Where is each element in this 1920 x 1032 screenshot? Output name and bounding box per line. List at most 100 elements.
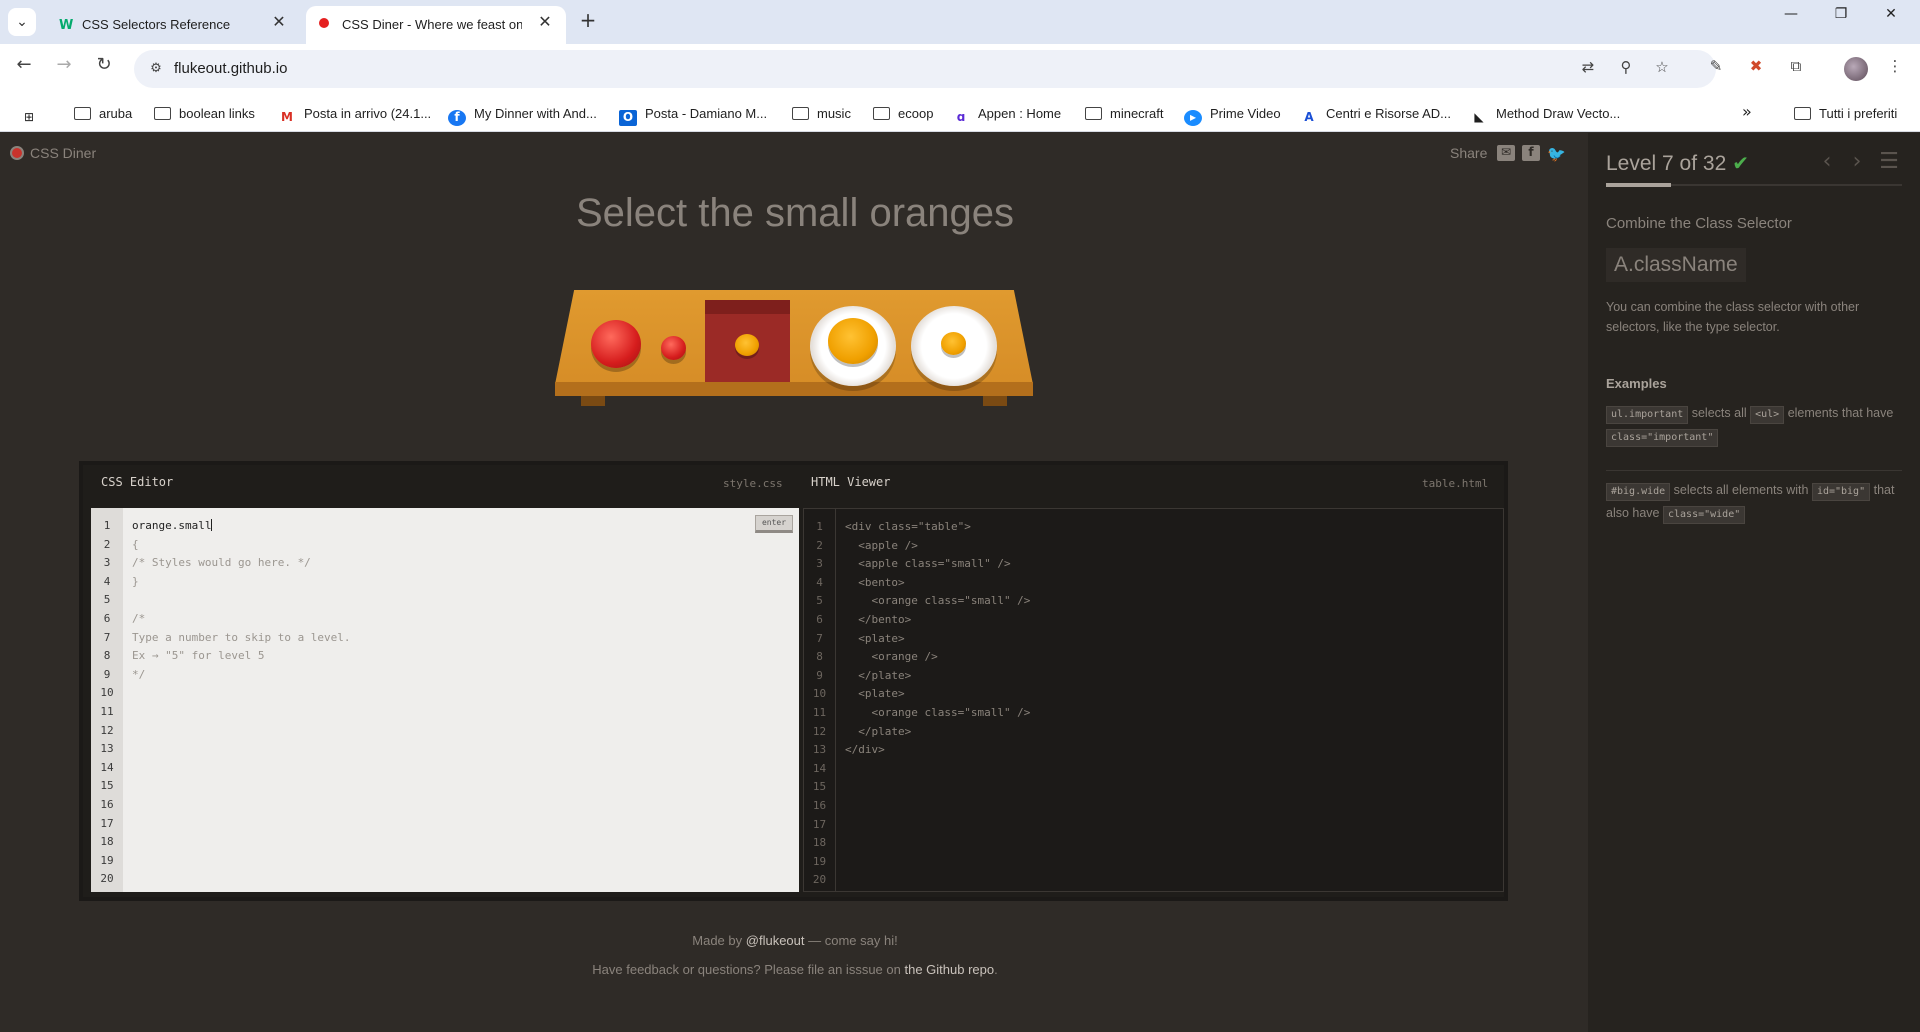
code-line: <orange class="small" /> (845, 594, 1031, 608)
browser-tab-strip: ⌄ W CSS Selectors Reference ✕ CSS Diner … (0, 0, 1920, 44)
apple-small[interactable] (661, 336, 686, 360)
level-progress-fill (1606, 183, 1671, 187)
folder-icon (154, 107, 171, 120)
footer-text: — come say hi! (808, 933, 898, 948)
bookmark-outlook[interactable]: O Posta - Damiano M... (619, 102, 767, 126)
address-bar[interactable]: ⚙ flukeout.github.io ⇄ ⚲ ☆ (134, 50, 1716, 88)
method-draw-icon: ◣ (1474, 110, 1484, 124)
all-bookmarks-folder[interactable]: Tutti i preferiti (1794, 102, 1897, 126)
w3schools-icon: W (58, 16, 74, 33)
code-line: } (132, 574, 139, 588)
close-tab-icon[interactable]: ✕ (534, 12, 556, 34)
code-line: <orange /> (845, 650, 938, 664)
css-diner-logo-icon (10, 146, 24, 160)
level-description: You can combine the class selector with … (1606, 300, 1860, 334)
bookmark-prime-video[interactable]: ▸ Prime Video (1184, 102, 1281, 126)
bookmark-facebook[interactable]: f My Dinner with And... (448, 102, 597, 126)
new-tab-plus-icon[interactable]: + (574, 8, 602, 36)
line-number: 5 (103, 593, 111, 607)
previous-level-icon[interactable]: ‹ (1816, 149, 1838, 174)
translate-icon[interactable]: ⇄ (1576, 58, 1600, 82)
line-number: 9 (103, 667, 111, 681)
enter-button[interactable]: enter (755, 515, 793, 533)
css-diner-icon (318, 16, 334, 32)
line-number: 10 (812, 687, 827, 701)
footer-text: Have feedback or questions? Please file … (592, 962, 901, 977)
orange-small[interactable] (735, 334, 759, 356)
apple[interactable] (591, 320, 641, 368)
email-icon[interactable]: ✉ (1497, 145, 1515, 161)
zoom-icon[interactable]: ⚲ (1614, 58, 1638, 82)
bookmark-aruba[interactable]: aruba (74, 102, 132, 126)
html-code: <div class="table"> <apple /> <apple cla… (845, 518, 1030, 760)
bookmark-label: My Dinner with And... (474, 106, 597, 121)
bookmark-minecraft[interactable]: minecraft (1085, 102, 1163, 126)
tab-css-diner[interactable]: CSS Diner - Where we feast on ✕ (306, 6, 566, 44)
outlook-icon: O (619, 110, 637, 126)
bookmark-gmail[interactable]: M Posta in arrivo (24.1... (278, 102, 431, 126)
forward-arrow-icon[interactable]: → (48, 54, 80, 86)
site-info-icon[interactable]: ⚙ (146, 59, 166, 79)
footer-feedback: Have feedback or questions? Please file … (0, 962, 1590, 977)
level-menu-icon[interactable]: ☰ (1878, 149, 1900, 174)
more-bookmarks-icon[interactable]: » (1742, 102, 1752, 126)
facebook-icon[interactable]: f (1522, 145, 1540, 161)
bookmark-label: minecraft (1110, 106, 1164, 121)
apps-grid-icon[interactable]: ⊞ (20, 102, 46, 126)
flukeout-link[interactable]: @flukeout (746, 933, 805, 948)
line-number: 4 (816, 575, 823, 589)
examples-heading: Examples (1606, 376, 1667, 391)
css-editor-pane[interactable]: 1 2 3 4 5 6 7 8 9 10 11 12 13 14 15 16 17 18 19 20 orange.s… (91, 508, 799, 892)
code-line: <orange class="small" /> (845, 705, 1031, 719)
bookmark-ecoop[interactable]: ecoop (873, 102, 933, 126)
bookmark-boolean-links[interactable]: boolean links (154, 102, 255, 126)
level-sidebar: Level 7 of 32 ✔ ‹ › ☰ Combine the Class S… (1588, 133, 1920, 1032)
brand-logo[interactable]: CSS Diner (10, 145, 96, 161)
orange-small[interactable] (941, 332, 966, 355)
bookmark-appen[interactable]: ɑ Appen : Home (952, 102, 1061, 126)
close-tab-icon[interactable]: ✕ (268, 12, 290, 34)
close-window-icon[interactable]: ✕ (1868, 6, 1914, 36)
css-input-line[interactable]: orange.small (132, 517, 351, 536)
extension-icon[interactable]: ✖ (1743, 57, 1769, 83)
bookmark-adobe[interactable]: A Centri e Risorse AD... (1300, 102, 1451, 126)
folder-icon (1085, 107, 1102, 120)
bookmark-method-draw[interactable]: ◣ Method Draw Vecto... (1470, 102, 1620, 126)
css-selector-input[interactable]: orange.small (132, 519, 211, 532)
twitter-icon[interactable]: 🐦 (1547, 145, 1566, 163)
line-number: 7 (103, 630, 111, 644)
github-repo-link[interactable]: the Github repo (904, 962, 994, 977)
extensions-puzzle-icon[interactable]: ⧉ (1783, 57, 1809, 83)
code-line: <plate> (845, 687, 905, 701)
bookmarks-bar: ⊞ aruba boolean links M Posta in arrivo (… (0, 96, 1920, 132)
reload-icon[interactable]: ↻ (88, 54, 120, 86)
line-number: 18 (100, 835, 114, 849)
restore-icon[interactable]: ❐ (1818, 6, 1864, 36)
next-level-icon[interactable]: › (1846, 149, 1868, 174)
bookmark-label: Prime Video (1210, 106, 1281, 121)
profile-avatar[interactable] (1844, 57, 1868, 81)
minimize-icon[interactable]: — (1768, 6, 1814, 36)
line-number: 20 (812, 873, 827, 887)
bookmark-label: Tutti i preferiti (1819, 106, 1898, 121)
line-number: 19 (812, 854, 827, 868)
code-line: Ex → "5" for level 5 (132, 649, 265, 663)
bookmark-music[interactable]: music (792, 102, 851, 126)
line-number: 19 (100, 853, 114, 867)
back-arrow-icon[interactable]: ← (8, 54, 40, 86)
level-instruction: Select the small oranges (575, 191, 1014, 235)
html-viewer-pane: 1 2 3 4 5 6 7 8 9 10 11 12 13 14 15 16 17 18 19 20 <div cla… (803, 508, 1504, 892)
menu-kebab-icon[interactable]: ⋮ (1882, 57, 1908, 83)
line-number: 20 (100, 872, 114, 886)
tab-search-icon[interactable]: ⌄ (8, 8, 36, 36)
tab-css-selectors-reference[interactable]: W CSS Selectors Reference ✕ (46, 6, 300, 44)
bookmark-star-icon[interactable]: ☆ (1650, 58, 1674, 82)
eyedropper-icon[interactable]: ✎ (1703, 57, 1729, 83)
url-text: flukeout.github.io (174, 60, 288, 77)
selector-syntax: A.className (1606, 248, 1746, 282)
example-item: #big.wide selects all elements with id="… (1606, 479, 1906, 525)
code-line: </plate> (845, 668, 912, 682)
code-line: */ (132, 667, 146, 681)
orange[interactable] (828, 318, 878, 364)
code-line: Type a number to skip to a level. (132, 630, 351, 644)
